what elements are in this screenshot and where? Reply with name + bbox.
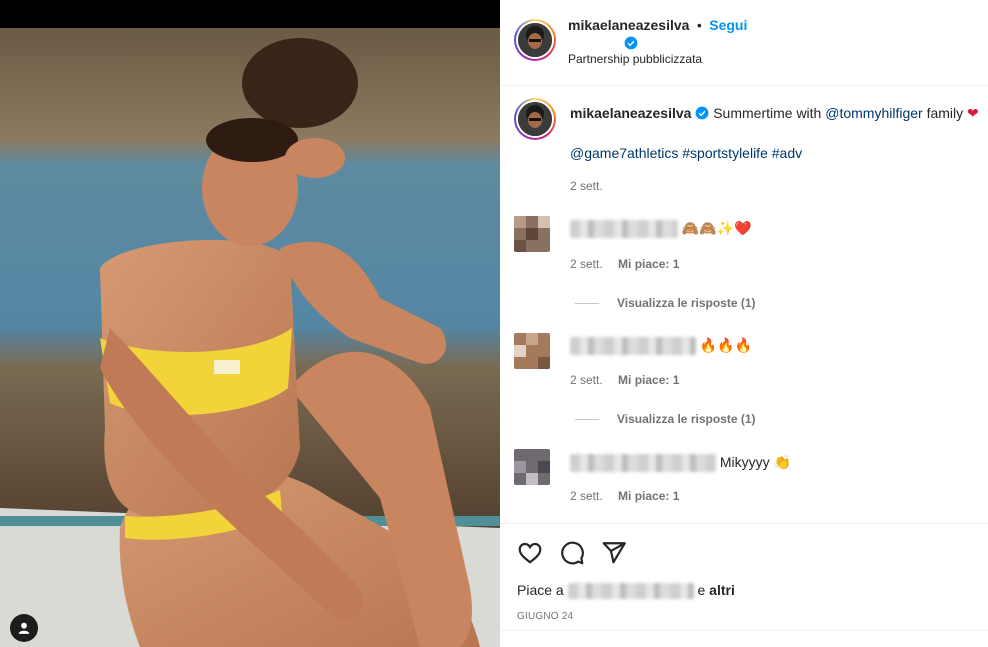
- post-media[interactable]: [0, 0, 500, 647]
- comment-3: Mikyyyy 👏: [570, 454, 791, 473]
- media-top-bar: [0, 0, 500, 28]
- caption-username[interactable]: mikaelaneazesilva: [570, 105, 691, 121]
- blurred-liker[interactable]: [567, 583, 694, 600]
- comment-avatar[interactable]: [514, 216, 550, 252]
- header-avatar[interactable]: [514, 19, 556, 61]
- heart-emoji: ❤: [967, 105, 979, 121]
- caption-hashtags[interactable]: @game7athletics #sportstylelife #adv: [570, 143, 802, 163]
- blurred-username[interactable]: [570, 337, 696, 356]
- caption-mention[interactable]: @tommyhilfiger: [825, 105, 922, 121]
- blurred-username[interactable]: [570, 454, 716, 473]
- caption: mikaelaneazesilva Summertime with @tommy…: [570, 103, 980, 123]
- verified-badge-icon: [695, 106, 709, 120]
- comment-1-meta: 2 sett. Mi piace: 1: [570, 257, 679, 271]
- comment-1-time[interactable]: 2 sett.: [570, 257, 603, 271]
- person-tag-icon: [18, 622, 30, 634]
- partnership-label[interactable]: Partnership pubblicizzata: [568, 52, 702, 66]
- share-icon[interactable]: [601, 540, 627, 566]
- comment-avatar[interactable]: [514, 449, 550, 485]
- caption-text-before: Summertime with: [713, 105, 826, 121]
- caption-text-after: family: [922, 105, 964, 121]
- divider: [500, 630, 988, 631]
- likes-suffix: e: [697, 582, 706, 598]
- caption-time[interactable]: 2 sett.: [570, 179, 603, 193]
- comment-2-time[interactable]: 2 sett.: [570, 373, 603, 387]
- comment-1-view-replies[interactable]: Visualizza le risposte (1): [575, 296, 756, 310]
- tagged-people-button[interactable]: [10, 614, 38, 642]
- divider: [500, 523, 988, 524]
- likes-prefix: Piace a: [517, 582, 564, 598]
- comment-1-likes[interactable]: Mi piace: 1: [618, 257, 679, 271]
- comment-2-view-replies[interactable]: Visualizza le risposte (1): [575, 412, 756, 426]
- comment-1: 🙈🙈✨❤️: [570, 220, 752, 239]
- comment-3-time[interactable]: 2 sett.: [570, 489, 603, 503]
- post-header: mikaelaneazesilva • Segui Partnership pu…: [500, 0, 988, 86]
- verified-badge-icon: [624, 36, 638, 50]
- comment-1-emoji: 🙈🙈✨❤️: [681, 220, 752, 236]
- blurred-username[interactable]: [570, 220, 678, 239]
- comment-3-text: Mikyyyy: [719, 454, 770, 470]
- likes-others-link[interactable]: altri: [709, 582, 735, 598]
- comment-2-meta: 2 sett. Mi piace: 1: [570, 373, 679, 387]
- header-username[interactable]: mikaelaneazesilva: [568, 17, 689, 33]
- likes-summary: Piace a e altri: [517, 582, 735, 600]
- post-date[interactable]: GIUGNO 24: [517, 611, 573, 622]
- post-photo: [0, 28, 500, 647]
- comment-2-emoji: 🔥🔥🔥: [699, 337, 753, 353]
- view-replies-label: Visualizza le risposte (1): [617, 296, 756, 310]
- post-side-panel: mikaelaneazesilva • Segui Partnership pu…: [500, 0, 988, 647]
- separator-dot: •: [696, 17, 702, 33]
- view-replies-label: Visualizza le risposte (1): [617, 412, 756, 426]
- comment-2: 🔥🔥🔥: [570, 337, 753, 356]
- caption-avatar[interactable]: [514, 98, 556, 140]
- comment-2-likes[interactable]: Mi piace: 1: [618, 373, 679, 387]
- follow-button[interactable]: Segui: [709, 17, 747, 33]
- comment-3-likes[interactable]: Mi piace: 1: [618, 489, 679, 503]
- comment-3-meta: 2 sett. Mi piace: 1: [570, 489, 679, 503]
- comment-3-emoji: 👏: [773, 454, 791, 470]
- comment-avatar[interactable]: [514, 333, 550, 369]
- comment-icon[interactable]: [559, 540, 585, 566]
- heart-icon[interactable]: [517, 540, 543, 566]
